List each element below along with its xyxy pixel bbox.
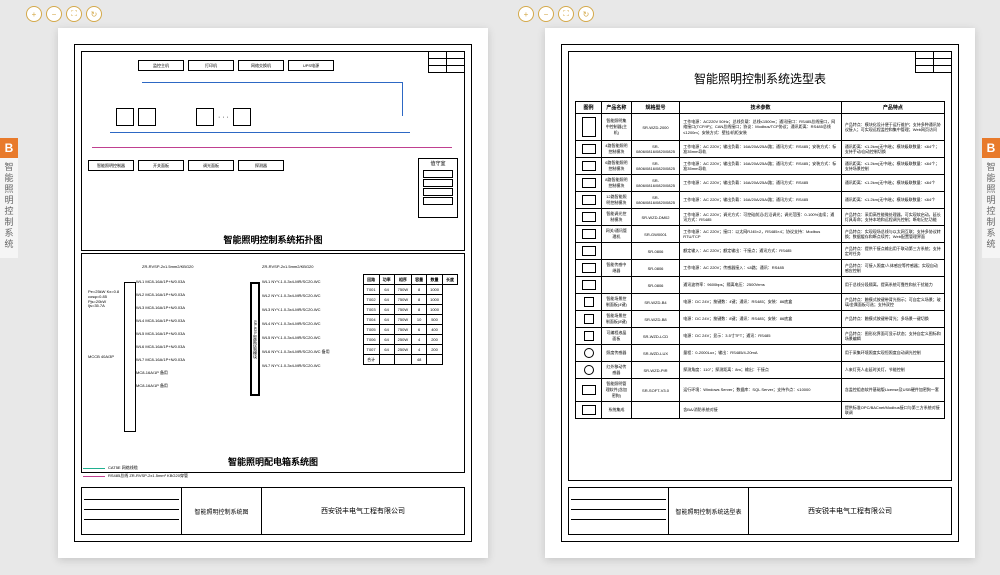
title-block: 智能照明控制系统选型表 西安锐丰电气工程有限公司 — [568, 487, 952, 535]
fit-icon[interactable]: ⛶ — [66, 6, 82, 22]
side-tab-left[interactable]: B 智能照明控制系统 — [0, 138, 18, 258]
zoom-out-icon[interactable]: − — [46, 6, 62, 22]
gateway-icon — [196, 108, 214, 126]
fit-icon[interactable]: ⛶ — [558, 6, 574, 22]
ellipsis-icon: · · · — [218, 114, 229, 121]
zoom-out-icon[interactable]: − — [538, 6, 554, 22]
page1-toolbar: + − ⛶ ↻ — [26, 6, 102, 22]
control-module: SR-625-智能控制模块 — [250, 282, 260, 396]
gateway-icon — [138, 108, 156, 126]
selection-table: 图例产品名称规格型号技术参数产品特点智能照明集中控制器(主机)SR-WZD-20… — [575, 101, 945, 419]
cable-note: ZR-RVSP-2x1.5mm2/KBG20 — [262, 264, 314, 269]
tab-label: 智能照明控制系统 — [985, 162, 998, 250]
topo-switch-panel: 开关面板 — [138, 160, 184, 171]
page2-toolbar: + − ⛶ ↻ — [518, 6, 594, 22]
rotate-icon[interactable]: ↻ — [86, 6, 102, 22]
distribution-diagram: ZR-RVSP-2x1.5mm2/KBG20 ZR-RVSP-2x1.5mm2/… — [81, 253, 465, 473]
circuit-list: WL1 MC8-16A/1P+N/0.03AWL2 MC8-16A/1P+N/0… — [136, 280, 185, 397]
drawing-page-1: 监控主机 打印机 网络交换机 UPS电源 · · · 智能照明控制器 开关面板 — [58, 28, 488, 558]
topo-sensor: 探测器 — [238, 160, 284, 171]
dist-panel — [124, 282, 136, 432]
company-name: 西安锐丰电气工程有限公司 — [262, 488, 464, 534]
topology-title: 智能照明控制系统拓扑图 — [223, 233, 322, 246]
title-block: 智能照明控制系统图 西安锐丰电气工程有限公司 — [81, 487, 465, 535]
drawing-name: 智能照明控制系统选型表 — [669, 488, 749, 534]
side-tab-right[interactable]: B 智能照明控制系统 — [982, 138, 1000, 258]
gateway-icon — [233, 108, 251, 126]
topo-dimmer: 调光面板 — [188, 160, 234, 171]
zoom-in-icon[interactable]: + — [518, 6, 534, 22]
cable-note: ZR-RVSP-2x1.5mm2/KBG20 — [142, 264, 194, 269]
rotate-icon[interactable]: ↻ — [578, 6, 594, 22]
control-room: 值守室 — [418, 158, 458, 218]
drawing-name: 智能照明控制系统图 — [182, 488, 262, 534]
incoming-spec: Pe=25kW Kx=0.8 cosφ=0.85 Pjs=20kW Ijs=35… — [88, 290, 122, 309]
main-breaker: MCCB 40A/3P — [88, 354, 114, 359]
output-list: WL1 NYY-1.0-3x4-MR/SC20-WCWL2 NYY-1.0-3x… — [262, 280, 330, 378]
distribution-title: 智能照明配电箱系统图 — [228, 455, 318, 468]
selection-table-title: 智能照明控制系统选型表 — [575, 70, 945, 87]
zoom-in-icon[interactable]: + — [26, 6, 42, 22]
legend: CAT5E 网络线缆 RS485总线 ZR-RVSP-2x1.5mm² KBG2… — [83, 465, 188, 481]
tab-badge: B — [982, 138, 1000, 158]
topo-printer: 打印机 — [188, 60, 234, 71]
load-table: 回路功率相序容量数量长度T00164750W81000T00264750W810… — [363, 274, 458, 365]
company-name: 西安锐丰电气工程有限公司 — [749, 488, 951, 534]
topology-diagram: 监控主机 打印机 网络交换机 UPS电源 · · · 智能照明控制器 开关面板 — [81, 51, 465, 251]
topo-controller: 智能照明控制器 — [88, 160, 134, 171]
topo-switch: 网络交换机 — [238, 60, 284, 71]
topo-host: 监控主机 — [138, 60, 184, 71]
tab-label: 智能照明控制系统 — [3, 162, 16, 250]
gateway-icon — [116, 108, 134, 126]
tab-badge: B — [0, 138, 18, 158]
topo-ups: UPS电源 — [288, 60, 334, 71]
drawing-page-2: 智能照明控制系统选型表 图例产品名称规格型号技术参数产品特点智能照明集中控制器(… — [545, 28, 975, 558]
